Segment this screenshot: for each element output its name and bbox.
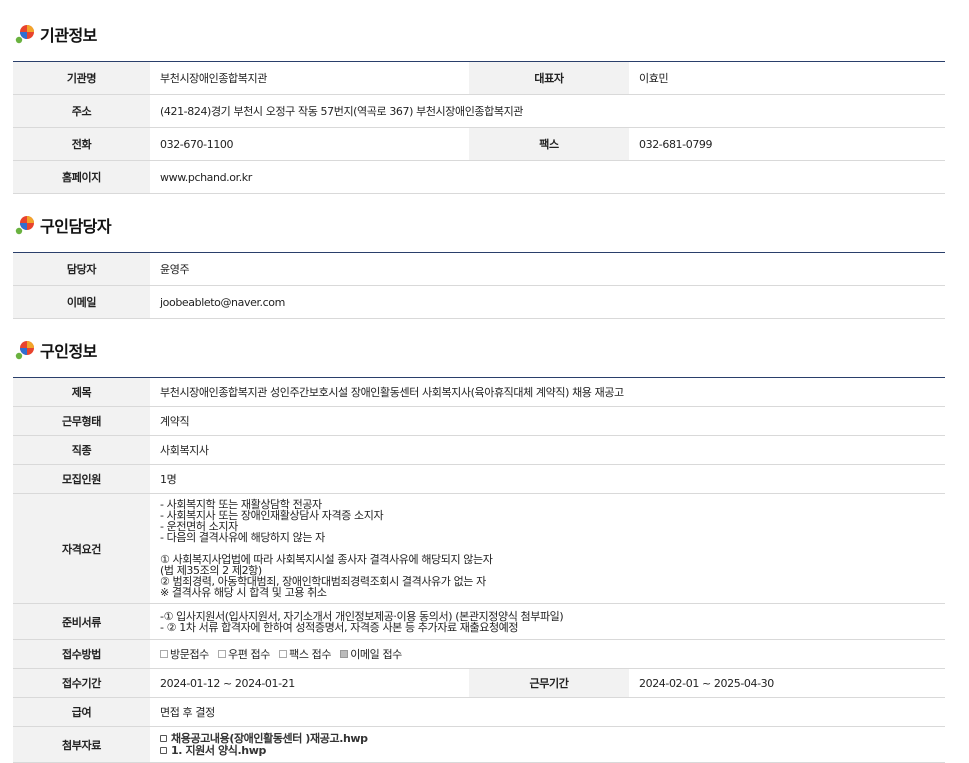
salary-value: 면접 후 결정 bbox=[150, 697, 946, 727]
logo-icon bbox=[15, 216, 34, 235]
email-value: joobeableto@naver.com bbox=[150, 285, 945, 319]
attachment-name[interactable]: 1. 지원서 양식.hwp bbox=[171, 744, 266, 757]
phone-value: 032-670-1100 bbox=[150, 127, 469, 161]
checkbox-mail[interactable]: 우편 접수 bbox=[218, 646, 270, 662]
application-period-value: 2024-01-12 ~ 2024-01-21 bbox=[150, 668, 469, 698]
table-row: 기관명 부천시장애인종합복지관 대표자 이효민 bbox=[13, 61, 945, 95]
agency-table: 기관명 부천시장애인종합복지관 대표자 이효민 주소 (421-824)경기 부… bbox=[13, 61, 945, 194]
qualification-line: - 사회복지사 또는 장애인재활상담사 자격증 소지자 bbox=[160, 509, 384, 522]
section-header-job: 구인정보 bbox=[14, 338, 97, 362]
email-label: 이메일 bbox=[13, 285, 150, 319]
checkbox-label: 이메일 접수 bbox=[350, 648, 402, 661]
logo-icon bbox=[15, 25, 34, 44]
headcount-value: 1명 bbox=[150, 464, 946, 494]
checkbox-label: 팩스 접수 bbox=[289, 648, 332, 661]
checkbox-visit[interactable]: 방문접수 bbox=[160, 646, 209, 662]
table-row: 홈페이지 www.pchand.or.kr bbox=[13, 160, 945, 194]
work-period-label: 근무기간 bbox=[469, 668, 629, 698]
checkbox-email[interactable]: 이메일 접수 bbox=[340, 646, 402, 662]
work-type-value: 계약직 bbox=[150, 406, 946, 436]
job-title-value: 부천시장애인종합복지관 성인주간보호시설 장애인활동센터 사회복지사(육아휴직대… bbox=[150, 377, 946, 407]
application-method-label: 접수방법 bbox=[13, 639, 150, 669]
contact-person-label: 담당자 bbox=[13, 252, 150, 286]
salary-label: 급여 bbox=[13, 697, 150, 727]
representative-label: 대표자 bbox=[469, 61, 629, 95]
file-icon bbox=[160, 735, 167, 742]
fax-label: 팩스 bbox=[469, 127, 629, 161]
table-row: 근무형태 계약직 bbox=[13, 406, 946, 436]
checkbox-fax[interactable]: 팩스 접수 bbox=[279, 646, 331, 662]
job-table: 제목 부천시장애인종합복지관 성인주간보호시설 장애인활동센터 사회복지사(육아… bbox=[13, 377, 946, 763]
documents-line: - ② 1차 서류 합격자에 한하여 성적증명서, 자격증 사본 등 추가자료 … bbox=[160, 620, 519, 634]
documents-label: 준비서류 bbox=[13, 603, 150, 640]
application-period-label: 접수기간 bbox=[13, 668, 150, 698]
address-value: (421-824)경기 부천시 오정구 작동 57번지(역곡로 367) 부천시… bbox=[150, 94, 945, 128]
checkbox-box[interactable] bbox=[279, 650, 288, 658]
homepage-label: 홈페이지 bbox=[13, 160, 150, 194]
phone-label: 전화 bbox=[13, 127, 150, 161]
attachment-name[interactable]: 채용공고내용(장애인활동센터 )재공고.hwp bbox=[171, 732, 368, 745]
table-row: 자격요건 - 사회복지학 또는 재활상담학 전공자 - 사회복지사 또는 장애인… bbox=[13, 493, 946, 604]
table-row: 이메일 joobeableto@naver.com bbox=[13, 285, 945, 319]
attachment-link[interactable]: 1. 지원서 양식.hwp bbox=[160, 744, 935, 757]
section-title: 구인담당자 bbox=[40, 217, 112, 236]
table-row: 첨부자료 채용공고내용(장애인활동센터 )재공고.hwp 1. 지원서 양식.h… bbox=[13, 726, 946, 763]
table-row: 접수방법 방문접수 우편 접수 팩스 접수 이메일 접수 bbox=[13, 639, 946, 669]
attachments-label: 첨부자료 bbox=[13, 726, 150, 763]
attachment-link[interactable]: 채용공고내용(장애인활동센터 )재공고.hwp bbox=[160, 732, 935, 745]
contact-table: 담당자 윤영주 이메일 joobeableto@naver.com bbox=[13, 252, 945, 319]
application-method-value: 방문접수 우편 접수 팩스 접수 이메일 접수 bbox=[150, 639, 946, 669]
table-row: 담당자 윤영주 bbox=[13, 252, 945, 286]
homepage-link[interactable]: www.pchand.or.kr bbox=[150, 160, 945, 194]
checkbox-box[interactable] bbox=[340, 650, 349, 658]
checkbox-label: 우편 접수 bbox=[228, 648, 270, 661]
table-row: 모집인원 1명 bbox=[13, 464, 946, 494]
section-title: 구인정보 bbox=[40, 342, 97, 361]
headcount-label: 모집인원 bbox=[13, 464, 150, 494]
representative-value: 이효민 bbox=[629, 61, 945, 95]
work-type-label: 근무형태 bbox=[13, 406, 150, 436]
documents-line: -① 입사지원서(입사지원서, 자기소개서 개인정보제공·이용 동의서) (본관… bbox=[160, 609, 564, 623]
qualification-line: ※ 결격사유 해당 시 합격 및 고용 취소 bbox=[160, 586, 327, 599]
file-icon bbox=[160, 747, 167, 754]
table-row: 제목 부천시장애인종합복지관 성인주간보호시설 장애인활동센터 사회복지사(육아… bbox=[13, 377, 946, 407]
qualification-line: ① 사회복지사업법에 따라 사회복지시설 종사자 결격사유에 해당되지 않는자 bbox=[160, 553, 493, 566]
table-row: 직종 사회복지사 bbox=[13, 435, 946, 465]
contact-person-value: 윤영주 bbox=[150, 252, 945, 286]
table-row: 주소 (421-824)경기 부천시 오정구 작동 57번지(역곡로 367) … bbox=[13, 94, 945, 128]
address-label: 주소 bbox=[13, 94, 150, 128]
qualification-label: 자격요건 bbox=[13, 493, 150, 604]
checkbox-label: 방문접수 bbox=[170, 648, 209, 661]
page: 기관정보 기관명 부천시장애인종합복지관 대표자 이효민 주소 (421-824… bbox=[0, 0, 969, 763]
logo-icon bbox=[15, 341, 34, 360]
table-row: 접수기간 2024-01-12 ~ 2024-01-21 근무기간 2024-0… bbox=[13, 668, 946, 698]
qualification-line: - 다음의 결격사유에 해당하지 않는 자 bbox=[160, 531, 325, 544]
fax-value: 032-681-0799 bbox=[629, 127, 945, 161]
table-row: 전화 032-670-1100 팩스 032-681-0799 bbox=[13, 127, 945, 161]
qualification-value: - 사회복지학 또는 재활상담학 전공자 - 사회복지사 또는 장애인재활상담사… bbox=[150, 493, 946, 604]
section-header-agency: 기관정보 bbox=[14, 22, 97, 46]
job-category-value: 사회복지사 bbox=[150, 435, 946, 465]
table-row: 급여 면접 후 결정 bbox=[13, 697, 946, 727]
attachments-value: 채용공고내용(장애인활동센터 )재공고.hwp 1. 지원서 양식.hwp bbox=[150, 726, 946, 763]
agency-name-value: 부천시장애인종합복지관 bbox=[150, 61, 469, 95]
table-row: 준비서류 -① 입사지원서(입사지원서, 자기소개서 개인정보제공·이용 동의서… bbox=[13, 603, 946, 640]
job-category-label: 직종 bbox=[13, 435, 150, 465]
work-period-value: 2024-02-01 ~ 2025-04-30 bbox=[629, 668, 946, 698]
checkbox-box[interactable] bbox=[218, 650, 226, 658]
agency-name-label: 기관명 bbox=[13, 61, 150, 95]
checkbox-box[interactable] bbox=[160, 650, 168, 658]
section-title: 기관정보 bbox=[40, 26, 97, 45]
section-header-contact: 구인담당자 bbox=[14, 213, 112, 237]
job-title-label: 제목 bbox=[13, 377, 150, 407]
documents-value: -① 입사지원서(입사지원서, 자기소개서 개인정보제공·이용 동의서) (본관… bbox=[150, 603, 946, 640]
